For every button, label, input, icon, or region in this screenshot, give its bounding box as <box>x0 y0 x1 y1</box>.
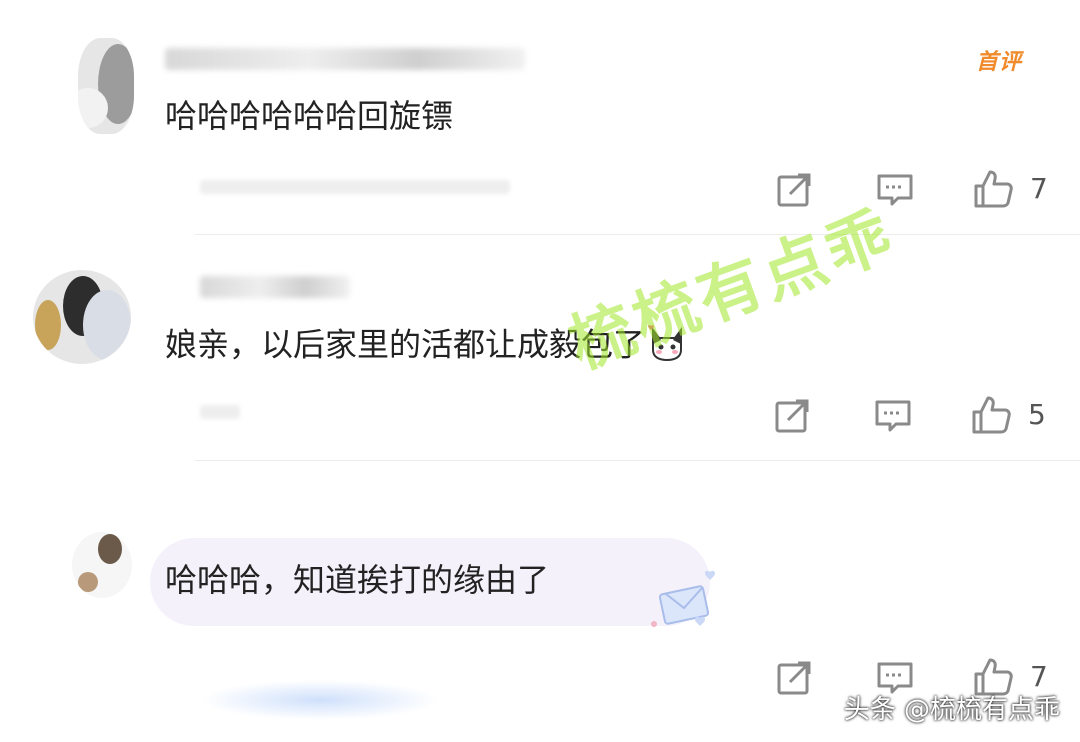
comment-text: 哈哈哈哈哈哈回旋镖 <box>165 97 454 135</box>
like-button[interactable] <box>972 168 1014 210</box>
username[interactable] <box>165 48 525 70</box>
envelope-hearts-icon <box>651 570 716 627</box>
thumbs-up-icon <box>974 170 1013 208</box>
share-icon <box>775 399 809 433</box>
divider <box>195 460 1080 461</box>
like-count: 5 <box>1028 398 1046 431</box>
avatar[interactable] <box>78 38 134 134</box>
comment-meta <box>200 405 240 419</box>
share-button[interactable] <box>776 172 812 208</box>
username[interactable] <box>200 276 350 298</box>
avatar[interactable] <box>72 532 132 598</box>
avatar[interactable] <box>33 270 131 364</box>
blurred-meta <box>200 680 440 720</box>
share-button[interactable] <box>774 398 810 434</box>
comment-text: 哈哈哈，知道挨打的缘由了 <box>165 561 550 599</box>
first-comment-badge: 首评 <box>976 50 1023 75</box>
share-icon <box>777 661 811 695</box>
like-count: 7 <box>1030 172 1048 205</box>
source-credit: 头条 @梳梳有点乖 <box>843 695 1060 725</box>
share-icon <box>777 173 811 207</box>
share-button[interactable] <box>776 660 812 696</box>
reply-button[interactable] <box>874 398 912 434</box>
thumbs-up-icon <box>972 396 1011 434</box>
reply-icon <box>875 400 911 432</box>
divider <box>195 234 1080 235</box>
comment-meta <box>200 180 510 194</box>
watermark: 梳梳有点乖 <box>560 197 905 384</box>
like-button[interactable] <box>970 394 1012 436</box>
